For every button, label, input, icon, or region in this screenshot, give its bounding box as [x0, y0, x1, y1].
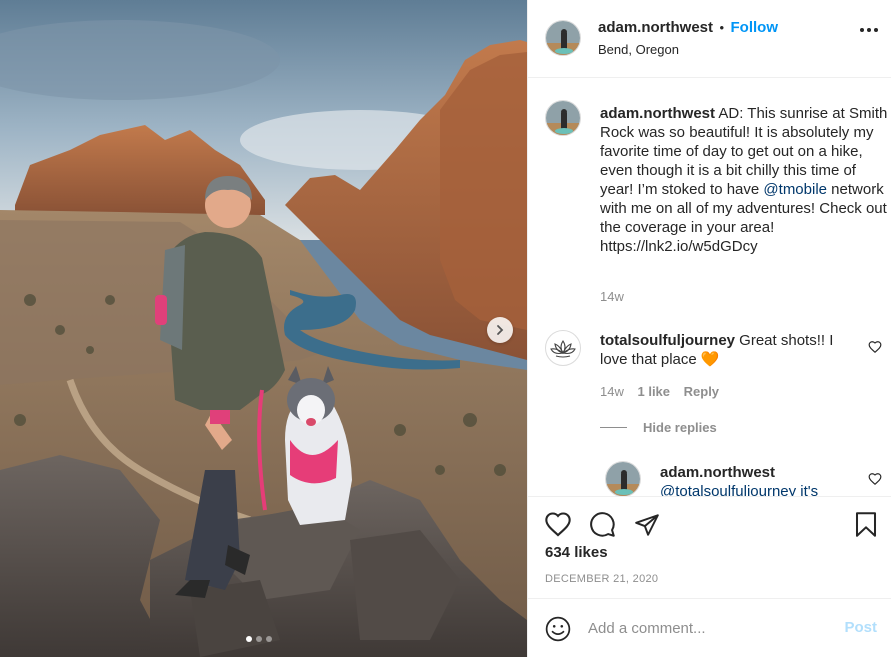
carousel-dot [256, 636, 262, 642]
post-header: adam.northwest • Follow Bend, Oregon [528, 0, 891, 78]
avatar-image [546, 101, 580, 135]
hide-replies-label: Hide replies [643, 420, 717, 435]
comment-likes[interactable]: 1 like [637, 384, 670, 399]
hide-replies-toggle[interactable]: Hide replies [600, 420, 717, 435]
caption-username[interactable]: adam.northwest [600, 105, 715, 122]
comment-icon[interactable] [589, 511, 616, 538]
post-author-username[interactable]: adam.northwest [598, 19, 713, 36]
caption-avatar[interactable] [545, 100, 581, 136]
follow-button[interactable]: Follow [731, 19, 779, 36]
heart-icon[interactable] [544, 511, 572, 537]
post-location[interactable]: Bend, Oregon [598, 42, 679, 57]
hide-replies-divider [600, 427, 627, 428]
comment-meta: 14w 1 like Reply [600, 384, 719, 399]
lotus-icon [550, 340, 576, 358]
chevron-right-icon [497, 325, 504, 335]
bookmark-icon[interactable] [854, 511, 878, 538]
likes-count[interactable]: 634 likes [545, 544, 608, 561]
carousel-dot [266, 636, 272, 642]
avatar-image [606, 462, 640, 496]
post-date[interactable]: DECEMBER 21, 2020 [545, 573, 658, 585]
reply-item: adam.northwest @totalsoulfuljourney it's [660, 463, 840, 496]
comment-input[interactable] [588, 617, 828, 639]
emoji-icon[interactable] [545, 616, 571, 642]
caption-age[interactable]: 14w [600, 289, 624, 304]
reply-text[interactable]: @totalsoulfuljourney it's [660, 482, 840, 496]
reply-username[interactable]: adam.northwest [660, 463, 840, 482]
comments-list[interactable]: adam.northwest AD: This sunrise at Smith… [528, 78, 891, 496]
post-side-panel: adam.northwest • Follow Bend, Oregon ada… [527, 0, 891, 657]
commenter-avatar[interactable] [545, 330, 581, 366]
post-actions: 634 likes DECEMBER 21, 2020 [528, 496, 891, 598]
header-separator: • [719, 20, 725, 35]
post-photo[interactable] [0, 0, 527, 657]
carousel-indicator [246, 636, 272, 642]
comment-composer: Post [528, 598, 891, 657]
reply-avatar[interactable] [605, 461, 641, 496]
caption-mention[interactable]: @tmobile [763, 181, 827, 198]
avatar-image [546, 21, 580, 55]
comment-item: totalsoulfuljourney Great shots!! I love… [600, 331, 855, 369]
carousel-dot-active [246, 636, 252, 642]
comment-username[interactable]: totalsoulfuljourney [600, 332, 735, 349]
comment-age[interactable]: 14w [600, 384, 624, 399]
more-options-icon[interactable] [860, 28, 878, 32]
reply-button[interactable]: Reply [684, 384, 719, 399]
post-comment-button[interactable]: Post [844, 619, 877, 636]
reply-like-heart-icon[interactable] [868, 472, 882, 486]
paper-plane-icon[interactable] [634, 512, 660, 538]
post-caption: adam.northwest AD: This sunrise at Smith… [600, 104, 888, 256]
avatar[interactable] [545, 20, 581, 56]
comment-like-heart-icon[interactable] [868, 340, 882, 354]
photo-scene [0, 0, 527, 657]
carousel-next-button[interactable] [487, 317, 513, 343]
